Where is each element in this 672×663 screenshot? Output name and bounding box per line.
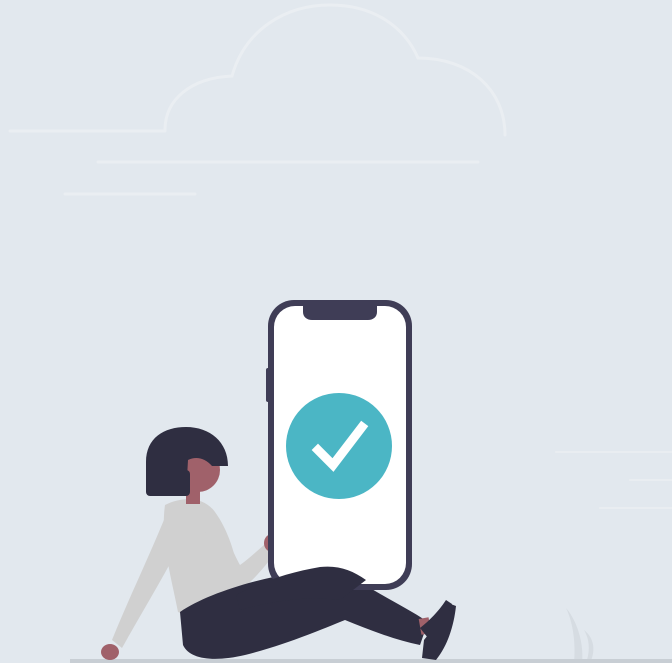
ground-line	[70, 659, 672, 663]
smartphone-icon	[266, 300, 412, 590]
person-hair-back	[146, 470, 190, 496]
person-left-hand	[101, 644, 119, 660]
success-illustration	[0, 0, 672, 663]
phone-notch	[303, 306, 377, 320]
check-circle-icon	[286, 393, 392, 499]
